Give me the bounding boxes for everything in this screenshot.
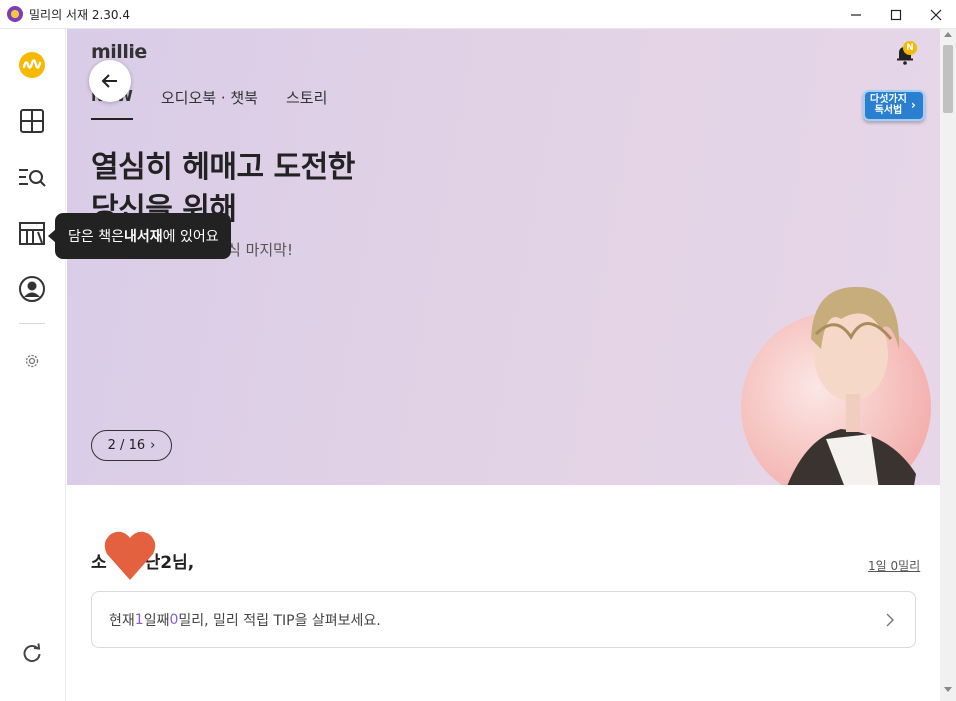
heart-icon [104,531,156,580]
app-icon [7,6,23,22]
settings-gear-icon [25,354,39,368]
window-title: 밀리의 서재 2.30.4 [29,7,130,22]
tip-part1: 현재 [109,612,135,629]
page-counter-text: 2 / 16 [107,438,146,453]
banner-page-counter[interactable]: 2 / 16 › [91,430,172,461]
millie-logo-icon [19,52,45,78]
vertical-scrollbar[interactable] [940,29,956,701]
chevron-right-icon [886,613,894,627]
tooltip-bold: 내서재 [123,229,163,245]
minimize-button[interactable] [836,0,876,29]
scroll-up-arrow-icon[interactable] [944,32,952,37]
chevron-right-icon: › [910,98,916,113]
banner-subline: 식 마지막! [227,241,293,259]
milli-tip-banner[interactable]: 현재 1 일째 0 밀리, 밀리 적립 TIP을 살펴보세요. [91,591,916,648]
bookshelf-tooltip: 담은 책은 내서재 에 있어요 [48,213,231,259]
search-list-icon [19,169,46,187]
scroll-thumb[interactable] [943,45,953,113]
reading-badge-line2: 독서법 [874,104,903,116]
tip-day-value: 1 [134,611,144,628]
maximize-button[interactable] [876,0,916,29]
close-icon [930,9,942,20]
refresh-icon [23,643,41,663]
sidebar-item-add[interactable] [17,106,47,136]
tip-milli-value: 0 [169,611,179,628]
sidebar [0,29,66,701]
title-bar: 밀리의 서재 2.30.4 [0,0,956,29]
character-portrait-image [741,286,931,485]
back-button[interactable] [89,60,131,102]
add-grid-icon [20,109,44,133]
minimize-icon [851,13,861,16]
tooltip-suffix: 에 있어요 [162,229,219,245]
bookshelf-icon [19,222,45,245]
sidebar-item-bookshelf[interactable] [17,218,47,248]
scroll-down-arrow-icon[interactable] [944,687,952,692]
sidebar-item-profile[interactable] [17,274,47,304]
sidebar-item-home[interactable] [17,50,47,80]
window-controls [836,0,956,29]
headline-line1: 열심히 헤매고 도전한 [91,150,355,185]
reading-methods-badge[interactable]: 다섯가지 독서법 › [863,90,925,121]
tab-story[interactable]: 스토리 [286,87,327,120]
tip-part2: 일째 [143,612,170,629]
tip-part3: 밀리, 밀리 적립 TIP을 살펴보세요. [178,612,381,629]
reading-badge-line1: 다섯가지 [870,94,907,105]
chevron-right-icon: › [150,438,156,453]
usage-days-link[interactable]: 1일 0밀리 [868,557,920,574]
sidebar-item-settings[interactable] [17,346,47,376]
maximize-icon [890,9,902,20]
close-button[interactable] [916,0,956,29]
tooltip-prefix: 담은 책은 [68,229,124,245]
sidebar-item-search[interactable] [17,162,47,192]
profile-icon [19,276,45,302]
tab-audiobook-chatbook[interactable]: 오디오북 · 챗북 [161,87,258,120]
arrow-left-icon [101,74,117,88]
millie-wordmark: millie [91,41,147,63]
notification-badge: N [903,41,917,55]
sidebar-divider [19,323,45,324]
sidebar-item-refresh[interactable] [17,638,47,668]
